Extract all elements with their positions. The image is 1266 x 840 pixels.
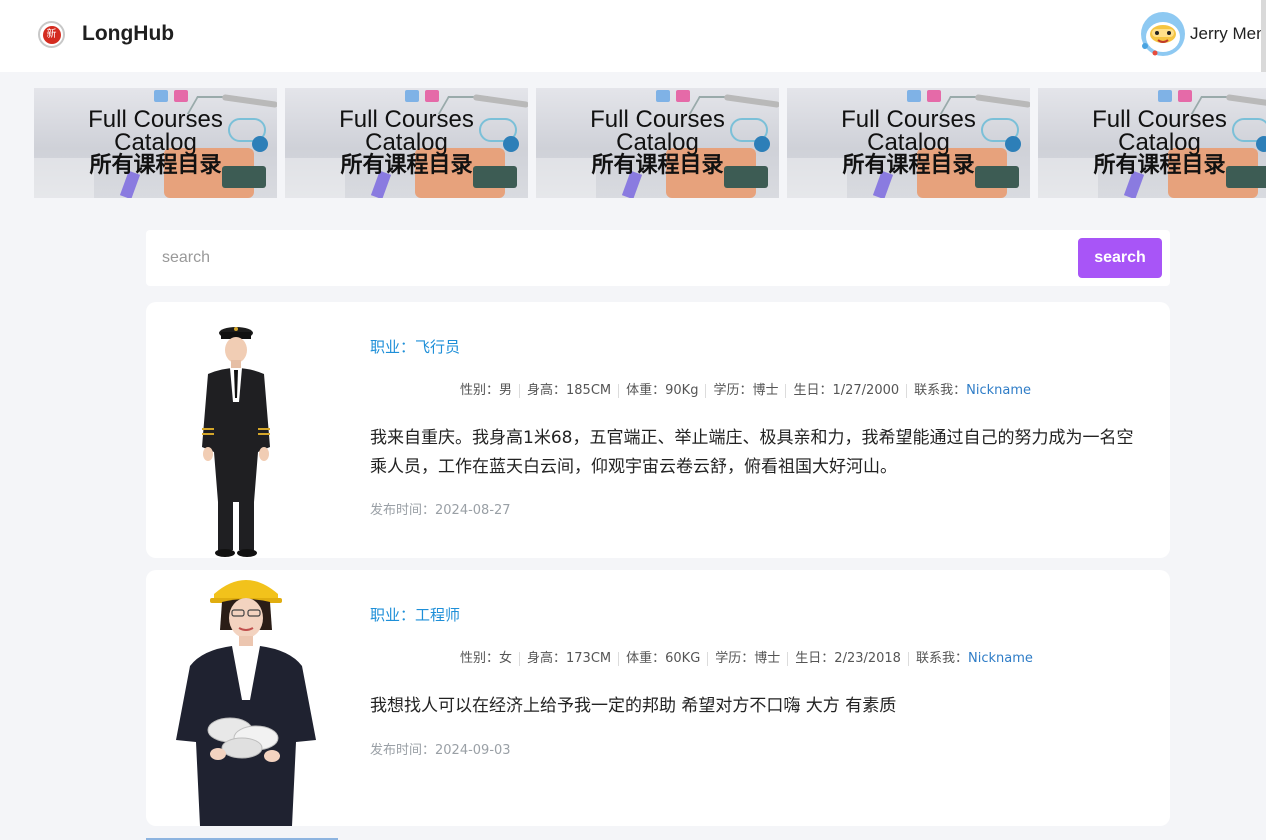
education-stat: 学历：博士 [705, 384, 785, 398]
contact-stat: 联系我：Nickname [907, 651, 1040, 666]
profile-bio: 我来自重庆。我身高1米68，五官端正、举止端庄、极具亲和力，我希望能通过自己的努… [370, 428, 1134, 477]
posted-date: 发布时间：2024-08-27 [370, 503, 511, 518]
top-header: 新 LongHub Jerry Men [0, 0, 1266, 72]
banner-subtitle: Catalog [114, 129, 197, 156]
birthday-stat: 生日：1/27/2000 [785, 384, 906, 398]
course-catalog-banner[interactable]: Full Courses Catalog 所有课程目录 [34, 88, 277, 198]
course-banner-strip: Full Courses Catalog 所有课程目录 Full Courses… [34, 88, 1266, 198]
user-name[interactable]: Jerry Men [1190, 22, 1266, 46]
contact-stat: 联系我：Nickname [906, 384, 1038, 398]
occupation-label: 职业：工程师 [370, 606, 461, 624]
profile-stats: 性别：男 身高：185CM 体重：90Kg 学历：博士 生日：1/27/2000… [460, 384, 1038, 398]
banner-subtitle: Catalog [365, 129, 448, 156]
search-button[interactable]: search [1078, 238, 1162, 278]
weight-stat: 体重：90Kg [618, 384, 705, 398]
banner-chinese-title: 所有课程目录 [591, 153, 724, 178]
brand-name[interactable]: LongHub [82, 20, 174, 48]
logo-icon[interactable]: 新 [38, 21, 65, 48]
profile-card[interactable]: 职业：飞行员 性别：男 身高：185CM 体重：90Kg 学历：博士 生日：1/… [146, 302, 1170, 558]
search-input[interactable] [160, 240, 1060, 276]
contact-link[interactable]: Nickname [968, 651, 1033, 666]
course-catalog-banner[interactable]: Full Courses Catalog 所有课程目录 [787, 88, 1030, 198]
height-stat: 身高：185CM [519, 384, 618, 398]
banner-chinese-title: 所有课程目录 [1093, 153, 1226, 178]
occupation-label: 职业：飞行员 [370, 338, 461, 356]
search-bar: search [146, 230, 1170, 286]
profile-card[interactable]: 职业：工程师 性别：女 身高：173CM 体重：60KG 学历：博士 生日：2/… [146, 570, 1170, 826]
profile-photo[interactable] [146, 570, 336, 826]
education-stat: 学历：博士 [707, 652, 787, 666]
profile-photo[interactable] [146, 302, 336, 558]
banner-subtitle: Catalog [867, 129, 950, 156]
banner-subtitle: Catalog [1118, 129, 1201, 156]
gender-stat: 性别：女 [460, 651, 513, 666]
scrollbar[interactable] [1261, 0, 1266, 72]
course-catalog-banner[interactable]: Full Courses Catalog 所有课程目录 [285, 88, 528, 198]
user-avatar[interactable] [1137, 10, 1189, 58]
height-stat: 身高：173CM [519, 652, 618, 666]
posted-date: 发布时间：2024-09-03 [370, 743, 511, 758]
banner-chinese-title: 所有课程目录 [340, 153, 473, 178]
banner-chinese-title: 所有课程目录 [842, 153, 975, 178]
profile-bio: 我想找人可以在经济上给予我一定的邦助 希望对方不口嗨 大方 有素质 [370, 696, 897, 716]
banner-chinese-title: 所有课程目录 [89, 153, 222, 178]
course-catalog-banner[interactable]: Full Courses Catalog 所有课程目录 [1038, 88, 1266, 198]
weight-stat: 体重：60KG [618, 652, 707, 666]
course-catalog-banner[interactable]: Full Courses Catalog 所有课程目录 [536, 88, 779, 198]
contact-label: 联系我： [914, 383, 967, 398]
gender-stat: 性别：男 [460, 383, 513, 398]
contact-link[interactable]: Nickname [966, 383, 1031, 398]
contact-label: 联系我： [915, 651, 968, 666]
profile-stats: 性别：女 身高：173CM 体重：60KG 学历：博士 生日：2/23/2018… [460, 652, 1040, 666]
birthday-stat: 生日：2/23/2018 [787, 652, 908, 666]
banner-subtitle: Catalog [616, 129, 699, 156]
